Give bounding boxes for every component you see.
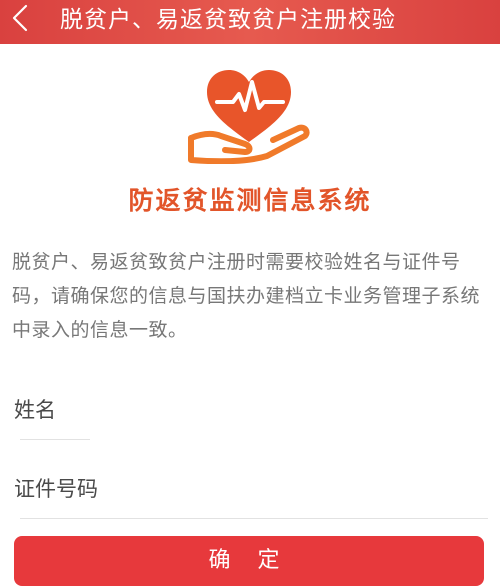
heart-hand-icon	[187, 64, 311, 165]
confirm-button[interactable]: 确 定	[14, 536, 484, 586]
back-button[interactable]	[2, 2, 38, 38]
top-bar: 脱贫户、易返贫致贫户注册校验	[0, 0, 500, 44]
id-field-underline	[20, 518, 488, 519]
name-field-underline	[20, 439, 90, 440]
id-number-field	[12, 463, 488, 519]
system-name: 防返贫监测信息系统	[128, 186, 372, 215]
name-field	[12, 384, 488, 440]
id-number-input[interactable]	[12, 463, 488, 515]
hero-section: 防返贫监测信息系统	[0, 44, 500, 230]
chevron-left-icon	[11, 4, 29, 36]
page-title: 脱贫户、易返贫致贫户注册校验	[60, 7, 396, 33]
name-input[interactable]	[12, 384, 488, 436]
verification-notice: 脱贫户、易返贫致贫户注册时需要校验姓名与证件号码，请确保您的信息与国扶办建档立卡…	[12, 251, 481, 341]
